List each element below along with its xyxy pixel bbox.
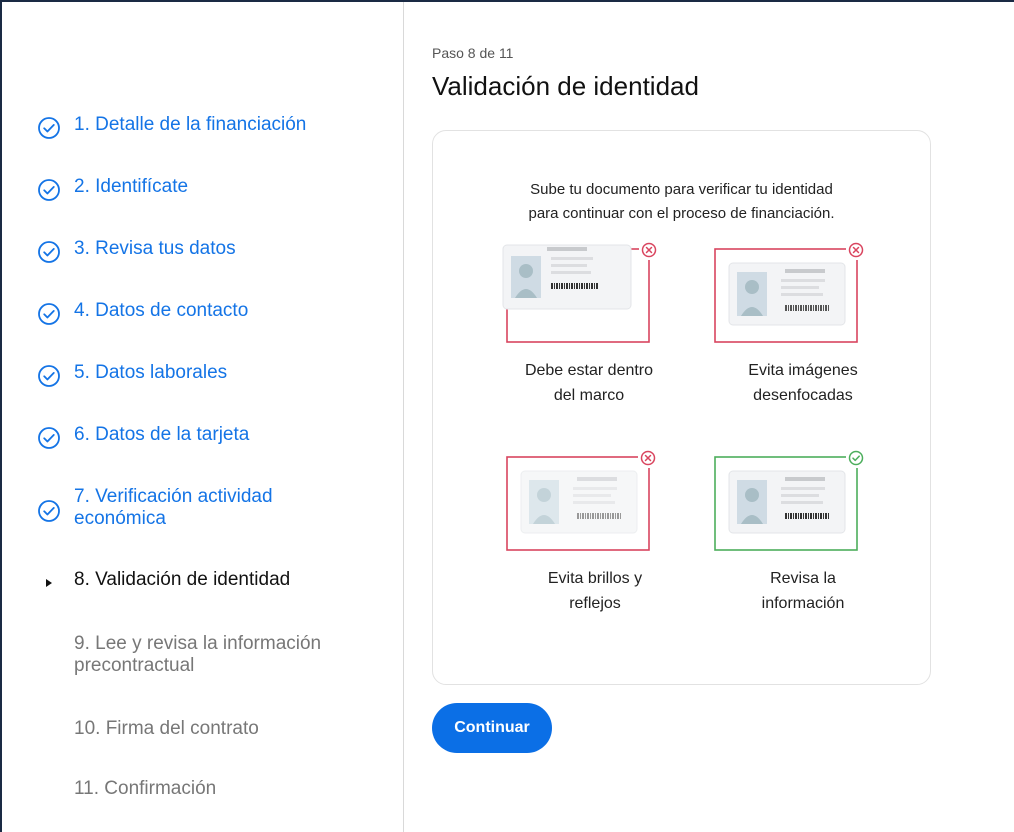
step-item-4[interactable]: 4. Datos de contacto (36, 300, 248, 327)
tip-inside-frame: Debe estar dentro del marco (499, 241, 679, 404)
step-label-line: económica (74, 508, 166, 529)
tip-caption-line: del marco (553, 387, 625, 404)
x-circle-icon (641, 242, 657, 258)
tip-caption: Debe estar dentro del marco (499, 358, 679, 408)
x-circle-icon (848, 242, 864, 258)
tip-caption-line: desenfocadas (753, 387, 853, 404)
step-item-7[interactable]: 7. Verificación actividad económica (36, 486, 273, 530)
step-spacer (36, 779, 62, 805)
id-card-illustration (714, 449, 866, 551)
x-circle-icon (640, 450, 656, 466)
step-label: 11. Confirmación (74, 778, 217, 799)
intro-line: para continuar con el proceso de financi… (528, 205, 835, 222)
step-label: 1. Detalle de la financiación (74, 114, 307, 135)
intro-line: Sube tu documento para verificar tu iden… (530, 181, 833, 198)
continue-button[interactable]: Continuar (432, 703, 552, 753)
step-item-9: 9. Lee y revisa la información precontra… (36, 633, 321, 677)
page-title: Validación de identidad (432, 71, 699, 101)
step-item-1[interactable]: 1. Detalle de la financiación (36, 114, 306, 141)
step-item-6[interactable]: 6. Datos de la tarjeta (36, 424, 249, 451)
tip-caption-line: Evita imágenes (748, 362, 858, 379)
check-circle-icon (36, 239, 62, 265)
tip-blurry-images: Evita imágenes desenfocadas (713, 241, 893, 404)
step-label: 10. Firma del contrato (74, 718, 259, 739)
tip-caption-line: Evita brillos y (547, 570, 643, 587)
tip-avoid-glare: Evita brillos y reflejos (505, 449, 685, 612)
tip-review-information: Revisa la información (713, 449, 893, 612)
check-circle-icon (36, 425, 62, 451)
id-card-illustration (502, 241, 659, 343)
tip-caption-line: Revisa la (770, 570, 836, 587)
tip-caption-line: Debe estar dentro (524, 362, 654, 379)
step-label: 9. Lee y revisa la información precontra… (74, 633, 321, 677)
step-label-line: 9. Lee y revisa la información (74, 633, 322, 654)
tip-caption-line: información (761, 595, 845, 612)
step-label: 6. Datos de la tarjeta (74, 424, 250, 445)
step-spacer (36, 634, 62, 660)
step-item-3[interactable]: 3. Revisa tus datos (36, 238, 236, 265)
step-label: 8. Validación de identidad (74, 569, 291, 590)
tip-caption: Revisa la información (713, 566, 893, 616)
check-circle-icon (848, 450, 864, 466)
instructions-card: Sube tu documento para verificar tu iden… (432, 130, 931, 685)
tip-caption: Evita imágenes desenfocadas (713, 358, 893, 408)
check-circle-icon (36, 301, 62, 327)
step-label: 2. Identifícate (74, 176, 189, 197)
step-item-10: 10. Firma del contrato (36, 718, 259, 745)
triangle-right-icon (36, 570, 62, 596)
tip-caption: Evita brillos y reflejos (505, 566, 685, 616)
step-label-line: precontractual (74, 655, 195, 676)
step-item-2[interactable]: 2. Identifícate (36, 176, 188, 203)
check-circle-icon (36, 363, 62, 389)
step-label: 3. Revisa tus datos (74, 238, 236, 259)
check-circle-icon (36, 498, 62, 524)
intro-text: Sube tu documento para verificar tu iden… (433, 178, 930, 226)
step-spacer (36, 719, 62, 745)
check-circle-icon (36, 177, 62, 203)
step-item-5[interactable]: 5. Datos laborales (36, 362, 227, 389)
step-counter: Paso 8 de 11 (432, 45, 514, 61)
step-item-11: 11. Confirmación (36, 778, 216, 805)
check-circle-icon (36, 115, 62, 141)
step-label: 5. Datos laborales (74, 362, 228, 383)
step-label: 4. Datos de contacto (74, 300, 249, 321)
id-card-illustration (714, 241, 866, 343)
step-label-line: 7. Verificación actividad (74, 486, 273, 507)
tip-caption-line: reflejos (569, 595, 621, 612)
step-item-8-current[interactable]: 8. Validación de identidad (36, 569, 290, 596)
id-card-illustration (506, 449, 658, 551)
step-label: 7. Verificación actividad económica (74, 486, 273, 530)
